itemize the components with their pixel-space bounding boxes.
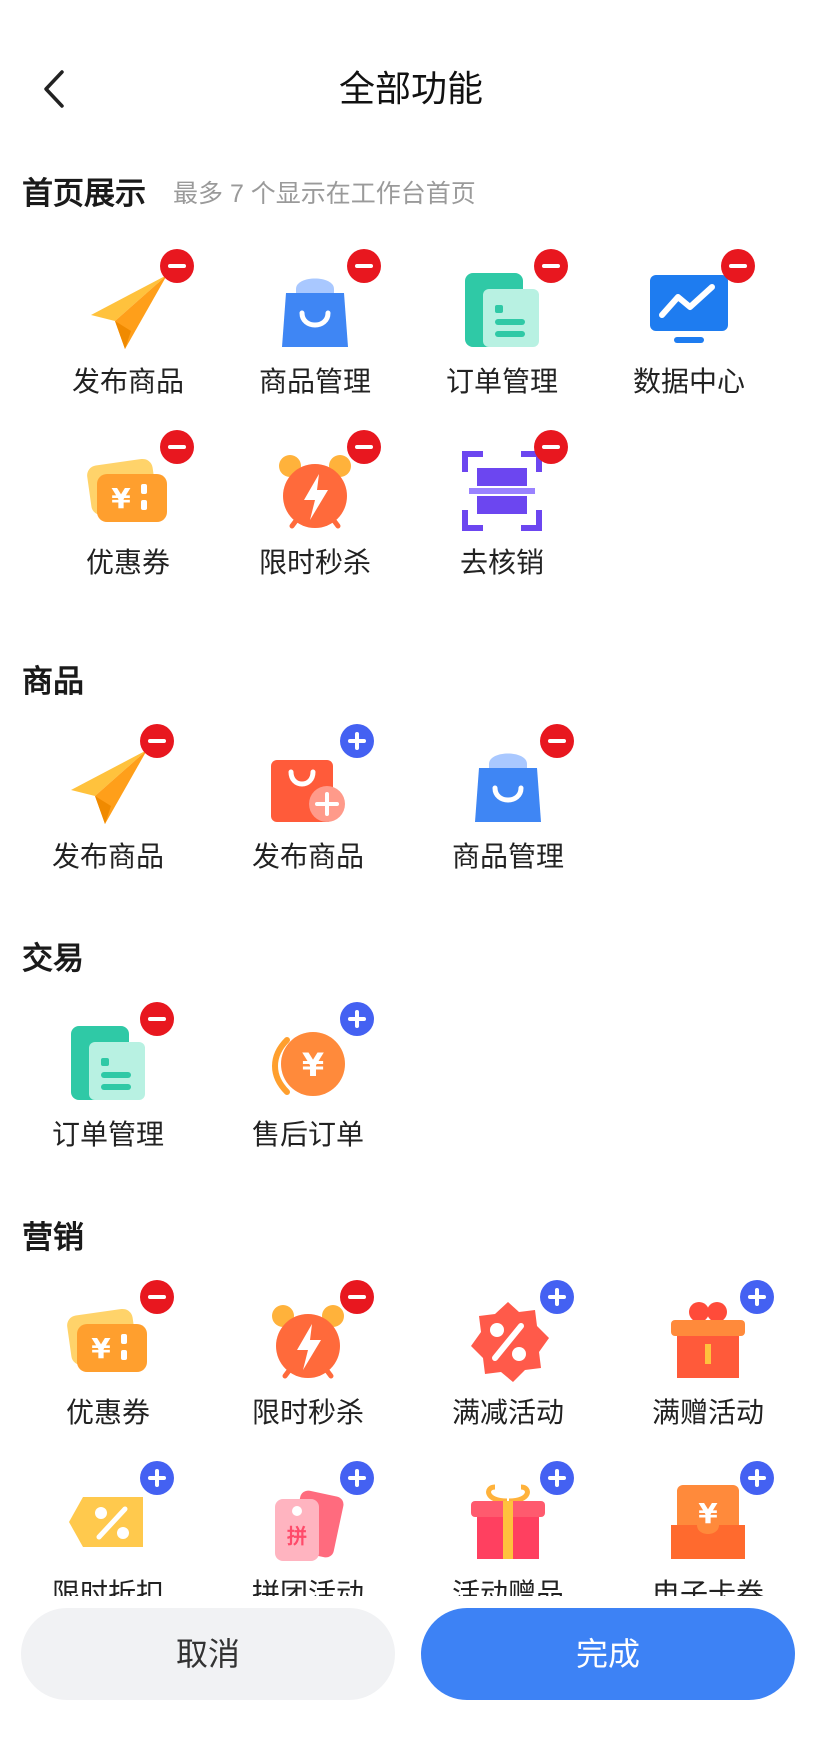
tile-home-data-center[interactable]: 数据中心 [599,267,779,437]
remove-badge-icon[interactable] [160,249,194,283]
footer-actions: 取消 完成 [0,1596,822,1760]
add-badge-icon[interactable] [540,1280,574,1314]
remove-badge-icon[interactable] [540,724,574,758]
paper-plane-icon [65,742,151,828]
tile-marketing-e-card[interactable]: 电子卡券 [618,1479,798,1596]
tile-goods-publish[interactable]: 发布商品 [18,742,198,912]
remove-badge-icon[interactable] [340,1280,374,1314]
add-badge-icon[interactable] [340,724,374,758]
tile-label: 满赠活动 [651,1397,764,1428]
tile-marketing-full-gift[interactable]: 满赠活动 [618,1298,798,1468]
section-title-goods: 商品 [22,664,84,699]
alarm-clock-icon [265,1298,351,1384]
tile-marketing-flash-sale[interactable]: 限时秒杀 [218,1298,398,1468]
data-monitor-icon [646,267,732,353]
shopping-bag-icon [272,267,358,353]
refund-coin-icon [265,1020,351,1106]
add-badge-icon[interactable] [140,1461,174,1495]
tile-home-publish-goods[interactable]: 发布商品 [38,267,218,437]
order-list-icon [65,1020,151,1106]
add-badge-icon[interactable] [340,1002,374,1036]
coupon-icon [65,1298,151,1384]
function-list[interactable]: 首页展示 最多 7 个显示在工作台首页 发布商品 商品管理 订单管理 数据中心 … [0,160,822,1596]
tile-marketing-event-gift[interactable]: 活动赠品 [418,1479,598,1596]
tile-label: 限时秒杀 [251,1397,364,1428]
remove-badge-icon[interactable] [140,724,174,758]
remove-badge-icon[interactable] [721,249,755,283]
tile-label: 订单管理 [445,366,558,397]
tile-label: 发布商品 [251,841,364,872]
tile-marketing-group-buy[interactable]: 拼团活动 [218,1479,398,1596]
remove-badge-icon[interactable] [347,430,381,464]
tile-label: 售后订单 [251,1119,364,1150]
remove-badge-icon[interactable] [347,249,381,283]
done-button[interactable]: 完成 [421,1608,795,1700]
tile-marketing-coupon[interactable]: 优惠券 [18,1298,198,1468]
add-badge-icon[interactable] [540,1461,574,1495]
section-title-trade: 交易 [22,941,84,976]
add-badge-icon[interactable] [740,1461,774,1495]
tile-label: 满减活动 [451,1397,564,1428]
tile-label: 限时折扣 [51,1578,164,1596]
remove-badge-icon[interactable] [534,430,568,464]
tile-home-coupon[interactable]: 优惠券 [38,448,218,618]
alarm-clock-icon [272,448,358,534]
tile-home-flash-sale[interactable]: 限时秒杀 [225,448,405,618]
order-list-icon [459,267,545,353]
tile-label: 发布商品 [71,366,184,397]
tile-label: 去核销 [459,547,544,578]
coupon-icon [85,448,171,534]
group-tag-icon [265,1479,351,1565]
section-title-marketing: 营销 [22,1220,84,1255]
tile-label: 发布商品 [51,841,164,872]
tile-label: 商品管理 [451,841,564,872]
tile-marketing-full-reduction[interactable]: 满减活动 [418,1298,598,1468]
tile-home-order-manage[interactable]: 订单管理 [412,267,592,437]
tile-label: 商品管理 [258,366,371,397]
tile-home-goods-manage[interactable]: 商品管理 [225,267,405,437]
section-subtitle-home: 最多 7 个显示在工作台首页 [173,180,476,208]
gift-icon [465,1479,551,1565]
scan-icon [459,448,545,534]
tile-label: 订单管理 [51,1119,164,1150]
tile-goods-manage[interactable]: 商品管理 [418,742,598,912]
shopping-bag-icon [465,742,551,828]
tile-marketing-limited-discount[interactable]: 限时折扣 [18,1479,198,1596]
tile-label: 活动赠品 [451,1578,564,1596]
remove-badge-icon[interactable] [534,249,568,283]
tile-label: 限时秒杀 [258,547,371,578]
tile-label: 优惠券 [85,547,170,578]
page-title: 全部功能 [338,68,483,109]
add-badge-icon[interactable] [340,1461,374,1495]
tile-label: 电子卡券 [651,1578,764,1596]
section-title-home: 首页展示 [22,176,146,211]
discount-tag-icon [65,1479,151,1565]
paper-plane-icon [85,267,171,353]
percent-badge-icon [465,1298,551,1384]
tile-trade-order-manage[interactable]: 订单管理 [18,1020,198,1190]
cancel-button[interactable]: 取消 [21,1608,395,1700]
bag-add-icon [265,742,351,828]
header: 全部功能 [0,0,822,180]
tile-home-verify[interactable]: 去核销 [412,448,592,618]
e-card-icon [665,1479,751,1565]
remove-badge-icon[interactable] [160,430,194,464]
remove-badge-icon[interactable] [140,1002,174,1036]
remove-badge-icon[interactable] [140,1280,174,1314]
tile-label: 拼团活动 [251,1578,364,1596]
tile-goods-publish-add[interactable]: 发布商品 [218,742,398,912]
add-badge-icon[interactable] [740,1280,774,1314]
gift-box-icon [665,1298,751,1384]
tile-label: 数据中心 [632,366,745,397]
tile-label: 优惠券 [65,1397,150,1428]
tile-trade-aftersale[interactable]: 售后订单 [218,1020,398,1190]
